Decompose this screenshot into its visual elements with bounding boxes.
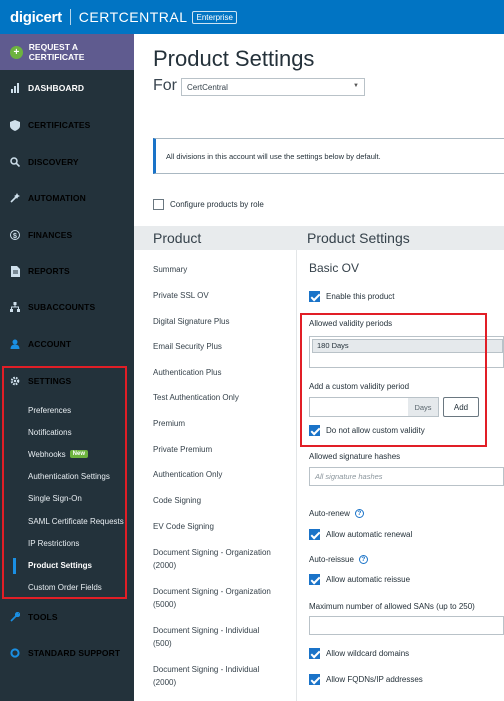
product-header-label: Product [153, 230, 202, 246]
hierarchy-icon [10, 302, 20, 312]
product-item[interactable]: Test Authentication Only [153, 391, 273, 404]
dollar-icon: $ [10, 230, 20, 240]
configure-by-role-row[interactable]: Configure products by role [153, 199, 264, 210]
page-title: Product Settings [153, 46, 315, 71]
shield-icon [10, 119, 20, 131]
nav-standard-support-label: STANDARD SUPPORT [28, 648, 121, 658]
info-message: All divisions in this account will use t… [153, 138, 504, 174]
max-sans-label: Maximum number of allowed SANs (up to 25… [309, 602, 475, 611]
division-select[interactable]: CertCentral ▼ [181, 78, 365, 96]
nav-reports[interactable]: REPORTS [0, 261, 134, 281]
product-name: CERTCENTRAL [78, 9, 188, 25]
product-column-header: Product [134, 226, 296, 250]
fqdn-label: Allow FQDNs/IP addresses [326, 675, 423, 684]
info-text: All divisions in this account will use t… [166, 151, 381, 161]
for-label: For [153, 77, 177, 94]
highlight-box-settings [2, 366, 127, 599]
wildcard-label: Allow wildcard domains [326, 649, 410, 658]
settings-product-name: Basic OV [309, 261, 360, 275]
request-certificate-label: REQUEST A CERTIFICATE [28, 42, 85, 62]
auto-reissue-label-text: Allow automatic reissue [326, 575, 411, 584]
product-item[interactable]: EV Code Signing [153, 520, 273, 533]
auto-renewal-label: Allow automatic renewal [326, 530, 413, 539]
chart-icon [10, 83, 20, 93]
product-item[interactable]: Summary [153, 263, 273, 276]
digicert-logo[interactable]: digicert [10, 9, 62, 26]
settings-header-label: Product Settings [307, 230, 410, 246]
nav-discovery[interactable]: DISCOVERY [0, 152, 134, 172]
auto-renew-label: Auto-renew [309, 509, 350, 518]
signature-hashes-field[interactable]: All signature hashes [309, 467, 504, 486]
auto-reissue-heading: Auto-reissue ? [309, 555, 368, 564]
nav-certificates[interactable]: CERTIFICATES [0, 115, 134, 135]
auto-reissue-row[interactable]: Allow automatic reissue [309, 574, 410, 585]
highlight-box-validity [300, 313, 487, 447]
nav-subaccounts-label: SUBACCOUNTS [28, 302, 96, 312]
auto-renew-heading: Auto-renew ? [309, 509, 364, 518]
fqdn-checkbox[interactable] [309, 674, 320, 685]
nav-tools[interactable]: TOOLS [0, 607, 134, 627]
signature-hashes-label: Allowed signature hashes [309, 452, 401, 461]
auto-renewal-row[interactable]: Allow automatic renewal [309, 529, 412, 540]
configure-by-role-checkbox[interactable] [153, 199, 164, 210]
nav-account-label: ACCOUNT [28, 339, 72, 349]
enable-product-label: Enable this product [326, 292, 395, 301]
nav-dashboard[interactable]: DASHBOARD [0, 78, 134, 98]
nav-certificates-label: CERTIFICATES [28, 120, 91, 130]
caret-down-icon: ▼ [353, 83, 359, 89]
document-icon [10, 265, 20, 277]
nav-dashboard-label: DASHBOARD [28, 83, 85, 93]
product-item[interactable]: Authentication Plus [153, 366, 273, 379]
brand-divider [69, 9, 71, 25]
svg-text:$: $ [13, 233, 17, 240]
nav-automation-label: AUTOMATION [28, 193, 86, 203]
product-item[interactable]: Authentication Only [153, 468, 273, 481]
configure-by-role-label: Configure products by role [170, 200, 264, 209]
fqdn-row[interactable]: Allow FQDNs/IP addresses [309, 674, 423, 685]
nav-standard-support[interactable]: STANDARD SUPPORT [0, 643, 134, 663]
top-bar: digicert CERTCENTRAL Enterprise [0, 0, 504, 34]
product-item[interactable]: Document Signing - Individual (2000) [153, 663, 273, 689]
wildcard-row[interactable]: Allow wildcard domains [309, 648, 409, 659]
nav-account[interactable]: ACCOUNT [0, 334, 134, 354]
auto-renewal-checkbox[interactable] [309, 529, 320, 540]
wildcard-checkbox[interactable] [309, 648, 320, 659]
user-icon [10, 339, 20, 349]
enable-product-checkbox[interactable] [309, 291, 320, 302]
product-item[interactable]: Document Signing - Organization (2000) [153, 546, 273, 572]
product-item[interactable]: Private Premium [153, 443, 273, 456]
help-icon[interactable]: ? [358, 555, 368, 564]
wrench-icon [10, 612, 20, 622]
wand-icon [10, 193, 20, 203]
product-item[interactable]: Document Signing - Individual (500) [153, 624, 273, 650]
product-item[interactable]: Email Security Plus [153, 340, 273, 353]
enable-product-row[interactable]: Enable this product [309, 291, 395, 302]
product-item[interactable]: Premium [153, 417, 273, 430]
auto-reissue-label: Auto-reissue [309, 555, 354, 564]
nav-tools-label: TOOLS [28, 612, 58, 622]
plus-icon: + [10, 45, 23, 59]
edition-badge: Enterprise [192, 10, 237, 24]
lifebuoy-icon [10, 648, 20, 658]
product-item[interactable]: Document Signing - Organization (5000) [153, 585, 273, 611]
max-sans-input[interactable] [309, 616, 504, 635]
auto-reissue-checkbox[interactable] [309, 574, 320, 585]
request-certificate-button[interactable]: + REQUEST A CERTIFICATE [0, 34, 134, 70]
help-icon[interactable]: ? [354, 509, 364, 518]
nav-automation[interactable]: AUTOMATION [0, 188, 134, 208]
nav-finances-label: FINANCES [28, 230, 73, 240]
product-item[interactable]: Code Signing [153, 494, 273, 507]
division-select-value: CertCentral [187, 82, 228, 92]
app-root: digicert CERTCENTRAL Enterprise + REQUES… [0, 0, 504, 701]
product-item[interactable]: Digital Signature Plus [153, 315, 273, 328]
search-icon [10, 157, 20, 167]
nav-discovery-label: DISCOVERY [28, 157, 79, 167]
product-item[interactable]: Private SSL OV [153, 289, 273, 302]
nav-finances[interactable]: $ FINANCES [0, 225, 134, 245]
settings-column-header: Product Settings [296, 226, 504, 250]
nav-subaccounts[interactable]: SUBACCOUNTS [0, 297, 134, 317]
nav-reports-label: REPORTS [28, 266, 70, 276]
